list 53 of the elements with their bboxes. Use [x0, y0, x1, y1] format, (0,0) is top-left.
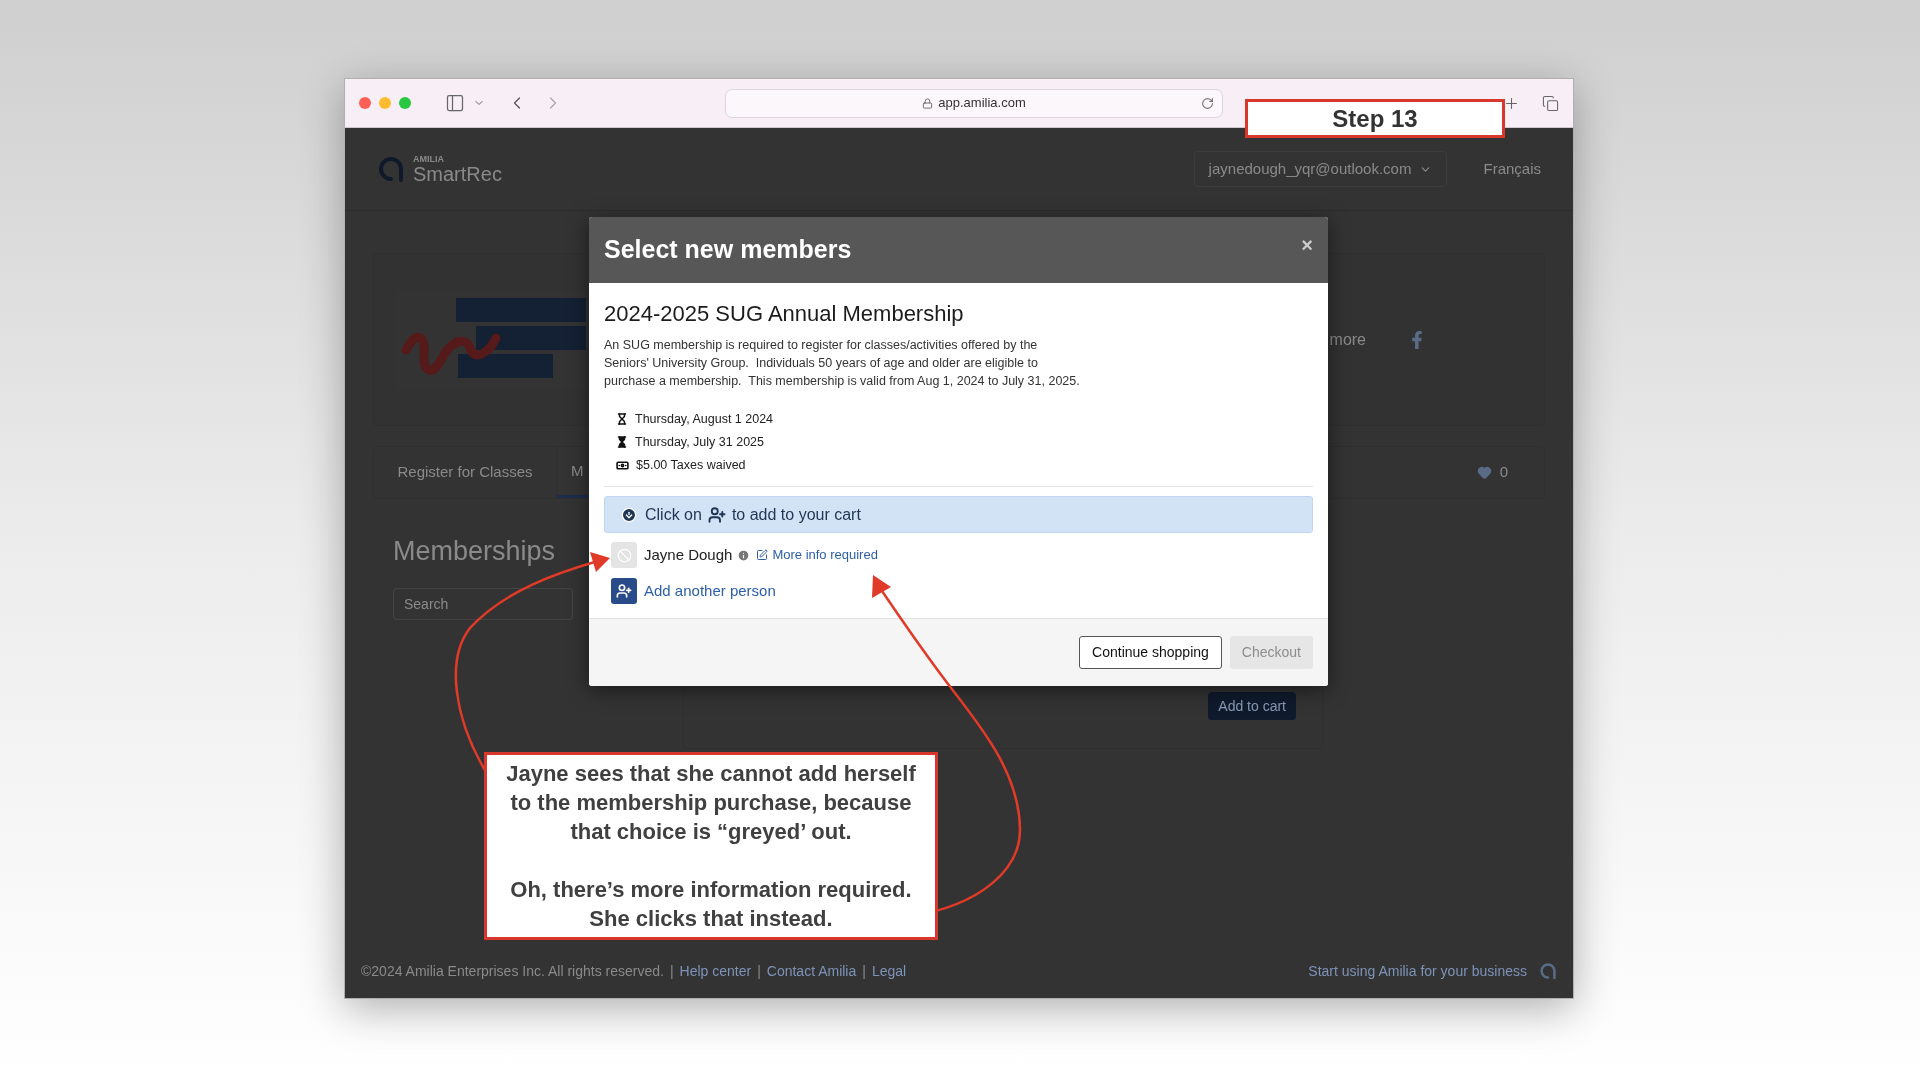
arrow-down-icon: [621, 506, 637, 523]
amilia-logo-icon: [377, 155, 405, 183]
promo-link[interactable]: Start using Amilia for your business: [1308, 960, 1527, 982]
hourglass-icon: [616, 413, 628, 425]
footer-separator: |: [669, 961, 674, 981]
footer-separator: |: [862, 961, 866, 981]
minimize-window-button[interactable]: [379, 97, 391, 109]
logo-caption: AMILIA: [413, 154, 445, 164]
tab[interactable]: Register for Classes: [374, 447, 557, 498]
page-title: Memberships: [393, 535, 556, 568]
info-icon[interactable]: [737, 548, 751, 562]
product-title: 2024-2025 SUG Annual Membership: [604, 300, 965, 328]
facebook-icon[interactable]: [1410, 330, 1424, 349]
detail-text: $5.00 Taxes waived: [636, 456, 746, 474]
member-name: Jayne Dough: [644, 544, 733, 565]
copyright-text: ©2024 Amilia Enterprises Inc. All rights reserved.: [361, 961, 664, 981]
ban-icon: [616, 547, 632, 563]
add-person-icon: [616, 583, 632, 599]
modal-title: Select new members: [604, 234, 852, 266]
heart-icon[interactable]: [1476, 465, 1492, 480]
maximize-window-button[interactable]: [399, 97, 411, 109]
detail-text: Thursday, August 1 2024: [635, 410, 774, 428]
step-badge: Step 13: [1245, 99, 1505, 138]
description-text: An SUG membership is required to register for classes/activities offered by the Seniors' University Group. Individuals 50 years of age and older are eligible to purchase a membership. This membership is valid from Aug 1, 2024 to July 31, 2025.: [604, 337, 1081, 390]
tabs-overview-icon[interactable]: [1542, 94, 1559, 112]
language-link[interactable]: Français: [1483, 157, 1541, 181]
edit-icon: [756, 549, 769, 561]
reload-icon[interactable]: [1201, 96, 1214, 110]
favorites-count: 0: [1499, 462, 1508, 483]
hourglass-icon: [616, 436, 628, 448]
dialog-button[interactable]: Continue shopping: [1079, 636, 1222, 669]
banknote-icon: [616, 458, 629, 472]
search-field[interactable]: Search: [393, 587, 573, 620]
footer-link[interactable]: Legal: [871, 960, 907, 982]
hint-text: to add to your cart: [731, 504, 861, 525]
lock-icon: [922, 97, 934, 109]
logo-text: SmartRec: [413, 163, 502, 184]
more-link[interactable]: more: [1329, 327, 1366, 352]
account-dropdown[interactable]: jaynedough_yqr@outlook.com: [1193, 151, 1448, 187]
footer-link[interactable]: Contact Amilia: [766, 960, 857, 982]
close-button[interactable]: ×: [1301, 230, 1313, 260]
add-person-icon: [707, 505, 726, 524]
add-to-cart-button[interactable]: Add to cart: [1208, 692, 1296, 720]
amilia-logo-icon: [1539, 962, 1557, 980]
footer-separator: |: [757, 961, 761, 981]
footer-link[interactable]: Help center: [679, 960, 752, 982]
close-window-button[interactable]: [359, 97, 371, 109]
url-text: app.amilia.com: [938, 94, 1026, 113]
detail-text: Thursday, July 31 2025: [635, 433, 764, 451]
sidebar-icon[interactable]: [445, 93, 465, 113]
callout-text: Jayne sees that she cannot add herself to the membership purchase, because that choice is “greyed’ out. Oh, there’s more information required. She clicks that instead.: [506, 760, 916, 933]
hint-text: Click on: [645, 504, 702, 525]
address-bar[interactable]: app.amilia.com: [725, 88, 1223, 118]
